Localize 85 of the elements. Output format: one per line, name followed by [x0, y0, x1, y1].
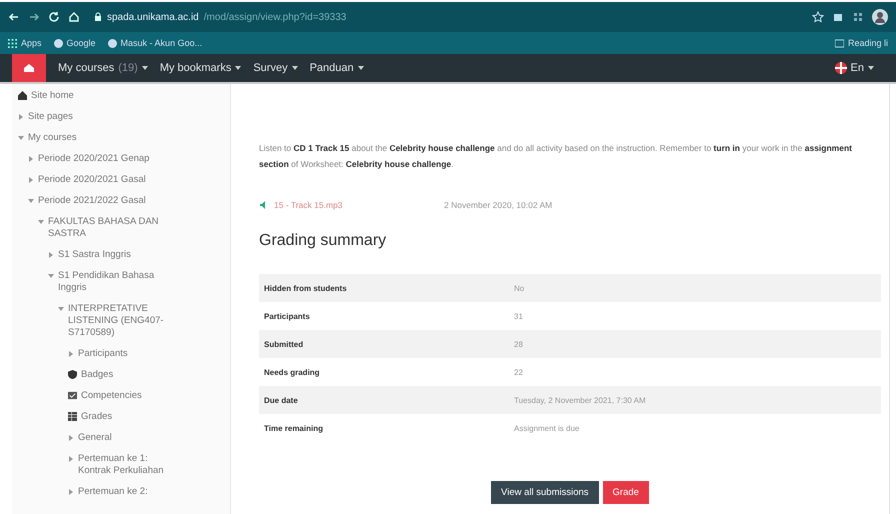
back-icon[interactable] — [8, 11, 20, 23]
nav-tree-item[interactable]: Pertemuan ke 1: Kontrak Perkuliahan — [78, 453, 180, 477]
extension-icon[interactable] — [832, 11, 844, 23]
nav-tree-item[interactable]: S1 Pendidikan Bahasa Inggris — [58, 270, 180, 294]
nav-tree-item[interactable]: Badges — [81, 369, 114, 381]
expand-icon[interactable] — [28, 177, 34, 183]
home-icon[interactable] — [68, 11, 80, 23]
home-icon — [18, 91, 27, 100]
assignment-intro: Listen to CD 1 Track 15 about the Celebrity house challenge and do all activity based on the instruction. Remember to turn in your work in the assignment section of Worksheet: Celebrity house challenge. — [259, 142, 853, 171]
nav-tree-item[interactable]: FAKULTAS BAHASA DAN SASTRA — [48, 216, 180, 240]
nav-tree-item[interactable]: Periode 2020/2021 Genap — [38, 153, 150, 165]
file-link[interactable]: 15 - Track 15.mp3 — [274, 200, 444, 210]
lock-icon — [94, 12, 102, 22]
expand-icon[interactable] — [28, 156, 34, 162]
row-label: Needs grading — [263, 368, 321, 376]
nav-tree-item[interactable]: Participants — [78, 348, 128, 360]
expand-icon[interactable] — [68, 435, 74, 441]
nav-tree-item[interactable]: My courses — [28, 132, 77, 144]
section-heading: Grading summary — [259, 232, 388, 250]
checklist-icon — [68, 391, 77, 400]
address-bar[interactable]: spada.unikama.ac.id /mod/assign/view.php?id=39333 — [88, 12, 346, 22]
row-label: Hidden from students — [263, 284, 348, 292]
nav-tree-item[interactable]: Periode 2021/2022 Gasal — [38, 195, 146, 207]
language-menu[interactable]: En — [850, 62, 864, 74]
expand-icon[interactable] — [48, 252, 54, 258]
globe-icon — [108, 38, 117, 48]
caret-icon — [358, 66, 364, 70]
nav-tree-item[interactable]: Grades — [81, 411, 112, 423]
nav-menu[interactable]: Panduan — [310, 62, 354, 74]
home-button[interactable] — [12, 54, 46, 82]
row-value: Assignment is due — [514, 424, 580, 432]
row-value: 31 — [514, 312, 523, 320]
nav-tree-item[interactable]: Site home — [31, 90, 74, 102]
expand-icon[interactable] — [58, 306, 64, 312]
file-date: 2 November 2020, 10:02 AM — [444, 200, 552, 210]
row-label: Due date — [263, 396, 299, 404]
nav-tree-item[interactable]: Periode 2020/2021 Gasal — [38, 174, 146, 186]
row-value: Tuesday, 2 November 2021, 7:30 AM — [514, 396, 646, 404]
nav-tree-item[interactable]: INTERPRETATIVE LISTENING (ENG407-S7170589) — [68, 303, 180, 339]
avatar-icon[interactable] — [872, 9, 888, 25]
reading-list[interactable]: Reading li — [834, 38, 888, 48]
course-count: (19) — [118, 62, 138, 74]
nav-menu[interactable]: My courses — [58, 62, 114, 74]
expand-icon[interactable] — [68, 456, 74, 462]
row-label: Submitted — [263, 340, 304, 348]
action-button[interactable]: Grade — [602, 481, 649, 504]
reload-icon[interactable] — [48, 11, 60, 23]
star-icon[interactable] — [812, 11, 824, 23]
row-label: Participants — [263, 312, 311, 320]
nav-tree-item[interactable]: S1 Sastra Inggris — [58, 249, 131, 261]
url-path: /mod/assign/view.php?id=39333 — [204, 12, 346, 22]
expand-icon[interactable] — [38, 219, 44, 225]
caret-icon — [868, 66, 874, 70]
caret-icon — [142, 66, 148, 70]
row-value: No — [514, 284, 524, 292]
expand-icon[interactable] — [68, 489, 74, 495]
caret-icon — [292, 66, 298, 70]
bookmark[interactable]: Masuk - Akun Goo... — [108, 38, 202, 48]
shield-icon — [68, 370, 77, 379]
bookmark[interactable]: Google — [54, 38, 96, 48]
expand-icon[interactable] — [48, 273, 54, 279]
expand-icon[interactable] — [18, 135, 24, 141]
forward-icon[interactable] — [28, 11, 40, 23]
nav-tree-item[interactable]: General — [78, 432, 112, 444]
caret-icon — [235, 66, 242, 70]
table-icon — [68, 412, 77, 421]
expand-icon[interactable] — [28, 198, 34, 204]
nav-menu[interactable]: My bookmarks — [160, 62, 232, 74]
nav-tree-item[interactable]: Competencies — [81, 390, 142, 402]
flag-icon — [834, 62, 847, 74]
expand-icon[interactable] — [68, 351, 74, 357]
row-label: Time remaining — [263, 424, 324, 432]
action-button[interactable]: View all submissions — [491, 481, 599, 504]
nav-tree-item[interactable]: Pertemuan ke 2: — [78, 486, 148, 498]
nav-tree-item[interactable]: Site pages — [28, 111, 73, 123]
grid-icon[interactable] — [852, 11, 864, 23]
globe-icon — [54, 38, 63, 48]
apps-grid-icon — [8, 38, 17, 48]
row-value: 28 — [514, 340, 523, 348]
url-host: spada.unikama.ac.id — [107, 12, 199, 22]
bookmark[interactable]: Apps — [8, 38, 42, 48]
reading-list-icon — [834, 38, 844, 48]
row-value: 22 — [514, 368, 523, 376]
expand-icon[interactable] — [18, 114, 24, 120]
nav-menu[interactable]: Survey — [253, 62, 288, 74]
